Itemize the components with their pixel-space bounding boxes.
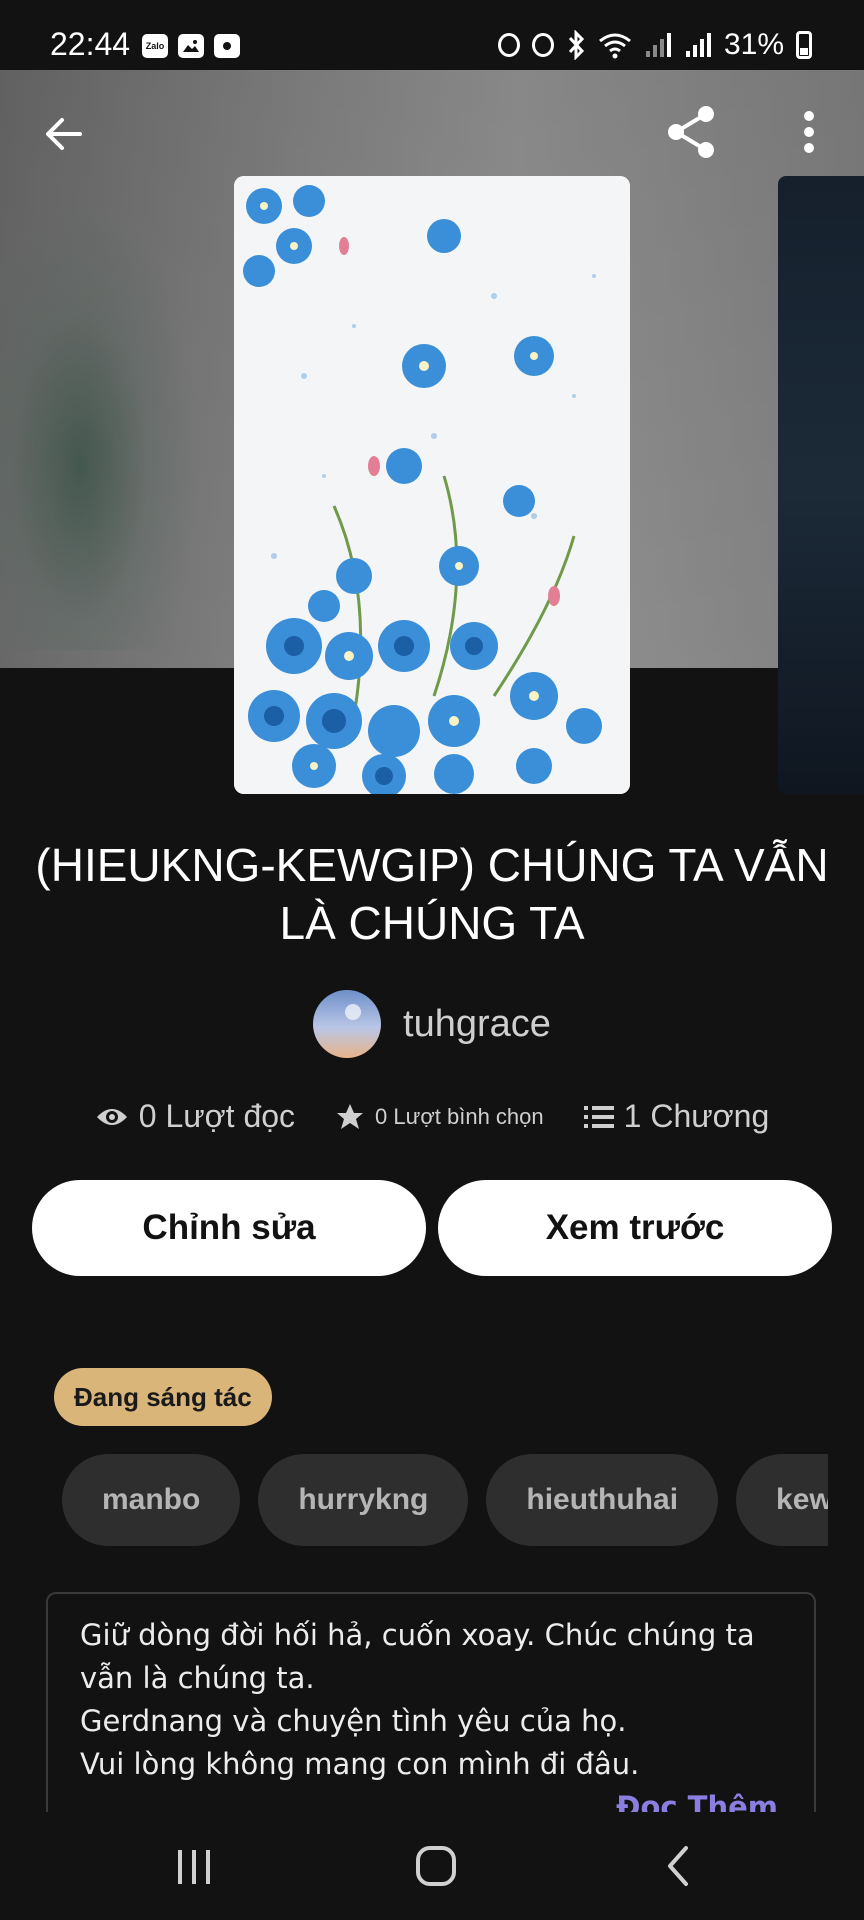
preview-button[interactable]: Xem trước — [438, 1180, 832, 1276]
more-vertical-icon[interactable] — [795, 108, 823, 156]
tag-chip[interactable]: manbo — [62, 1454, 241, 1546]
author-row[interactable]: tuhgrace — [0, 990, 864, 1058]
tags-list: manbo hurrykng hieuthuhai kewgip — [62, 1454, 828, 1546]
app-icon — [214, 34, 240, 58]
battery-icon — [796, 31, 812, 59]
edit-button[interactable]: Chỉnh sửa — [32, 1180, 426, 1276]
chapters-count: 1 Chương — [623, 1098, 770, 1134]
book-cover[interactable] — [234, 176, 630, 794]
star-icon — [337, 1103, 364, 1129]
votes-stat: 0 Lượt bình chọn — [335, 1102, 544, 1132]
author-name[interactable]: tuhgrace — [403, 1003, 551, 1046]
recent-apps-icon[interactable] — [164, 1836, 224, 1896]
tags-scroller[interactable]: manbo hurrykng hieuthuhai kewgip — [62, 1454, 828, 1546]
tag-chip[interactable]: kewgip — [736, 1454, 828, 1546]
back-arrow-icon[interactable] — [40, 110, 88, 158]
description-line: Vui lòng không mang con mình đi đâu. — [80, 1747, 640, 1781]
list-icon — [583, 1105, 614, 1128]
notification-icons: Zalo — [142, 34, 240, 58]
reads-count: 0 Lượt đọc — [138, 1098, 296, 1134]
back-nav-icon[interactable] — [648, 1836, 708, 1896]
description-line: Giữ dòng đời hối hả, cuốn xoay. Chúc chú… — [80, 1618, 755, 1695]
eye-icon — [96, 1108, 127, 1125]
signal-icon — [645, 33, 671, 57]
next-book-cover-peek[interactable] — [778, 176, 864, 794]
gallery-icon — [178, 34, 204, 58]
status-time: 22:44 — [50, 26, 131, 62]
description-line: Gerdnang và chuyện tình yêu của họ. — [80, 1704, 627, 1738]
stats-row: 0 Lượt đọc 0 Lượt bình chọn 1 Chương — [0, 1098, 864, 1135]
alarm-icon — [531, 33, 554, 57]
bluetooth-icon — [568, 30, 585, 60]
zalo-icon: Zalo — [142, 34, 168, 58]
share-icon[interactable] — [664, 104, 720, 160]
battery-percent: 31% — [723, 28, 784, 61]
status-bar: 22:44 Zalo 31% — [0, 0, 864, 70]
book-title: (HIEUKNG-KEWGIP) CHÚNG TA VẪN LÀ CHÚNG T… — [35, 839, 829, 949]
tag-chip[interactable]: hieuthuhai — [486, 1454, 719, 1546]
system-nav-bar — [0, 1812, 864, 1920]
read-more-link[interactable]: Đọc Thêm — [616, 1786, 778, 1812]
chapters-stat: 1 Chương — [583, 1098, 770, 1135]
votes-count: 0 Lượt bình chọn — [375, 1103, 544, 1129]
tag-chip[interactable]: hurrykng — [258, 1454, 469, 1546]
reads-stat: 0 Lượt đọc — [95, 1098, 295, 1135]
cover-artwork — [234, 176, 630, 794]
home-icon[interactable] — [406, 1836, 466, 1896]
wifi-icon — [599, 33, 631, 59]
avatar[interactable] — [313, 990, 382, 1058]
status-badge: Đang sáng tác — [54, 1368, 272, 1426]
description-box[interactable]: Giữ dòng đời hối hả, cuốn xoay. Chúc chú… — [46, 1592, 816, 1812]
lock-icon — [497, 33, 520, 57]
system-status-icons: 31% — [497, 28, 812, 62]
signal-icon-2 — [685, 33, 711, 57]
